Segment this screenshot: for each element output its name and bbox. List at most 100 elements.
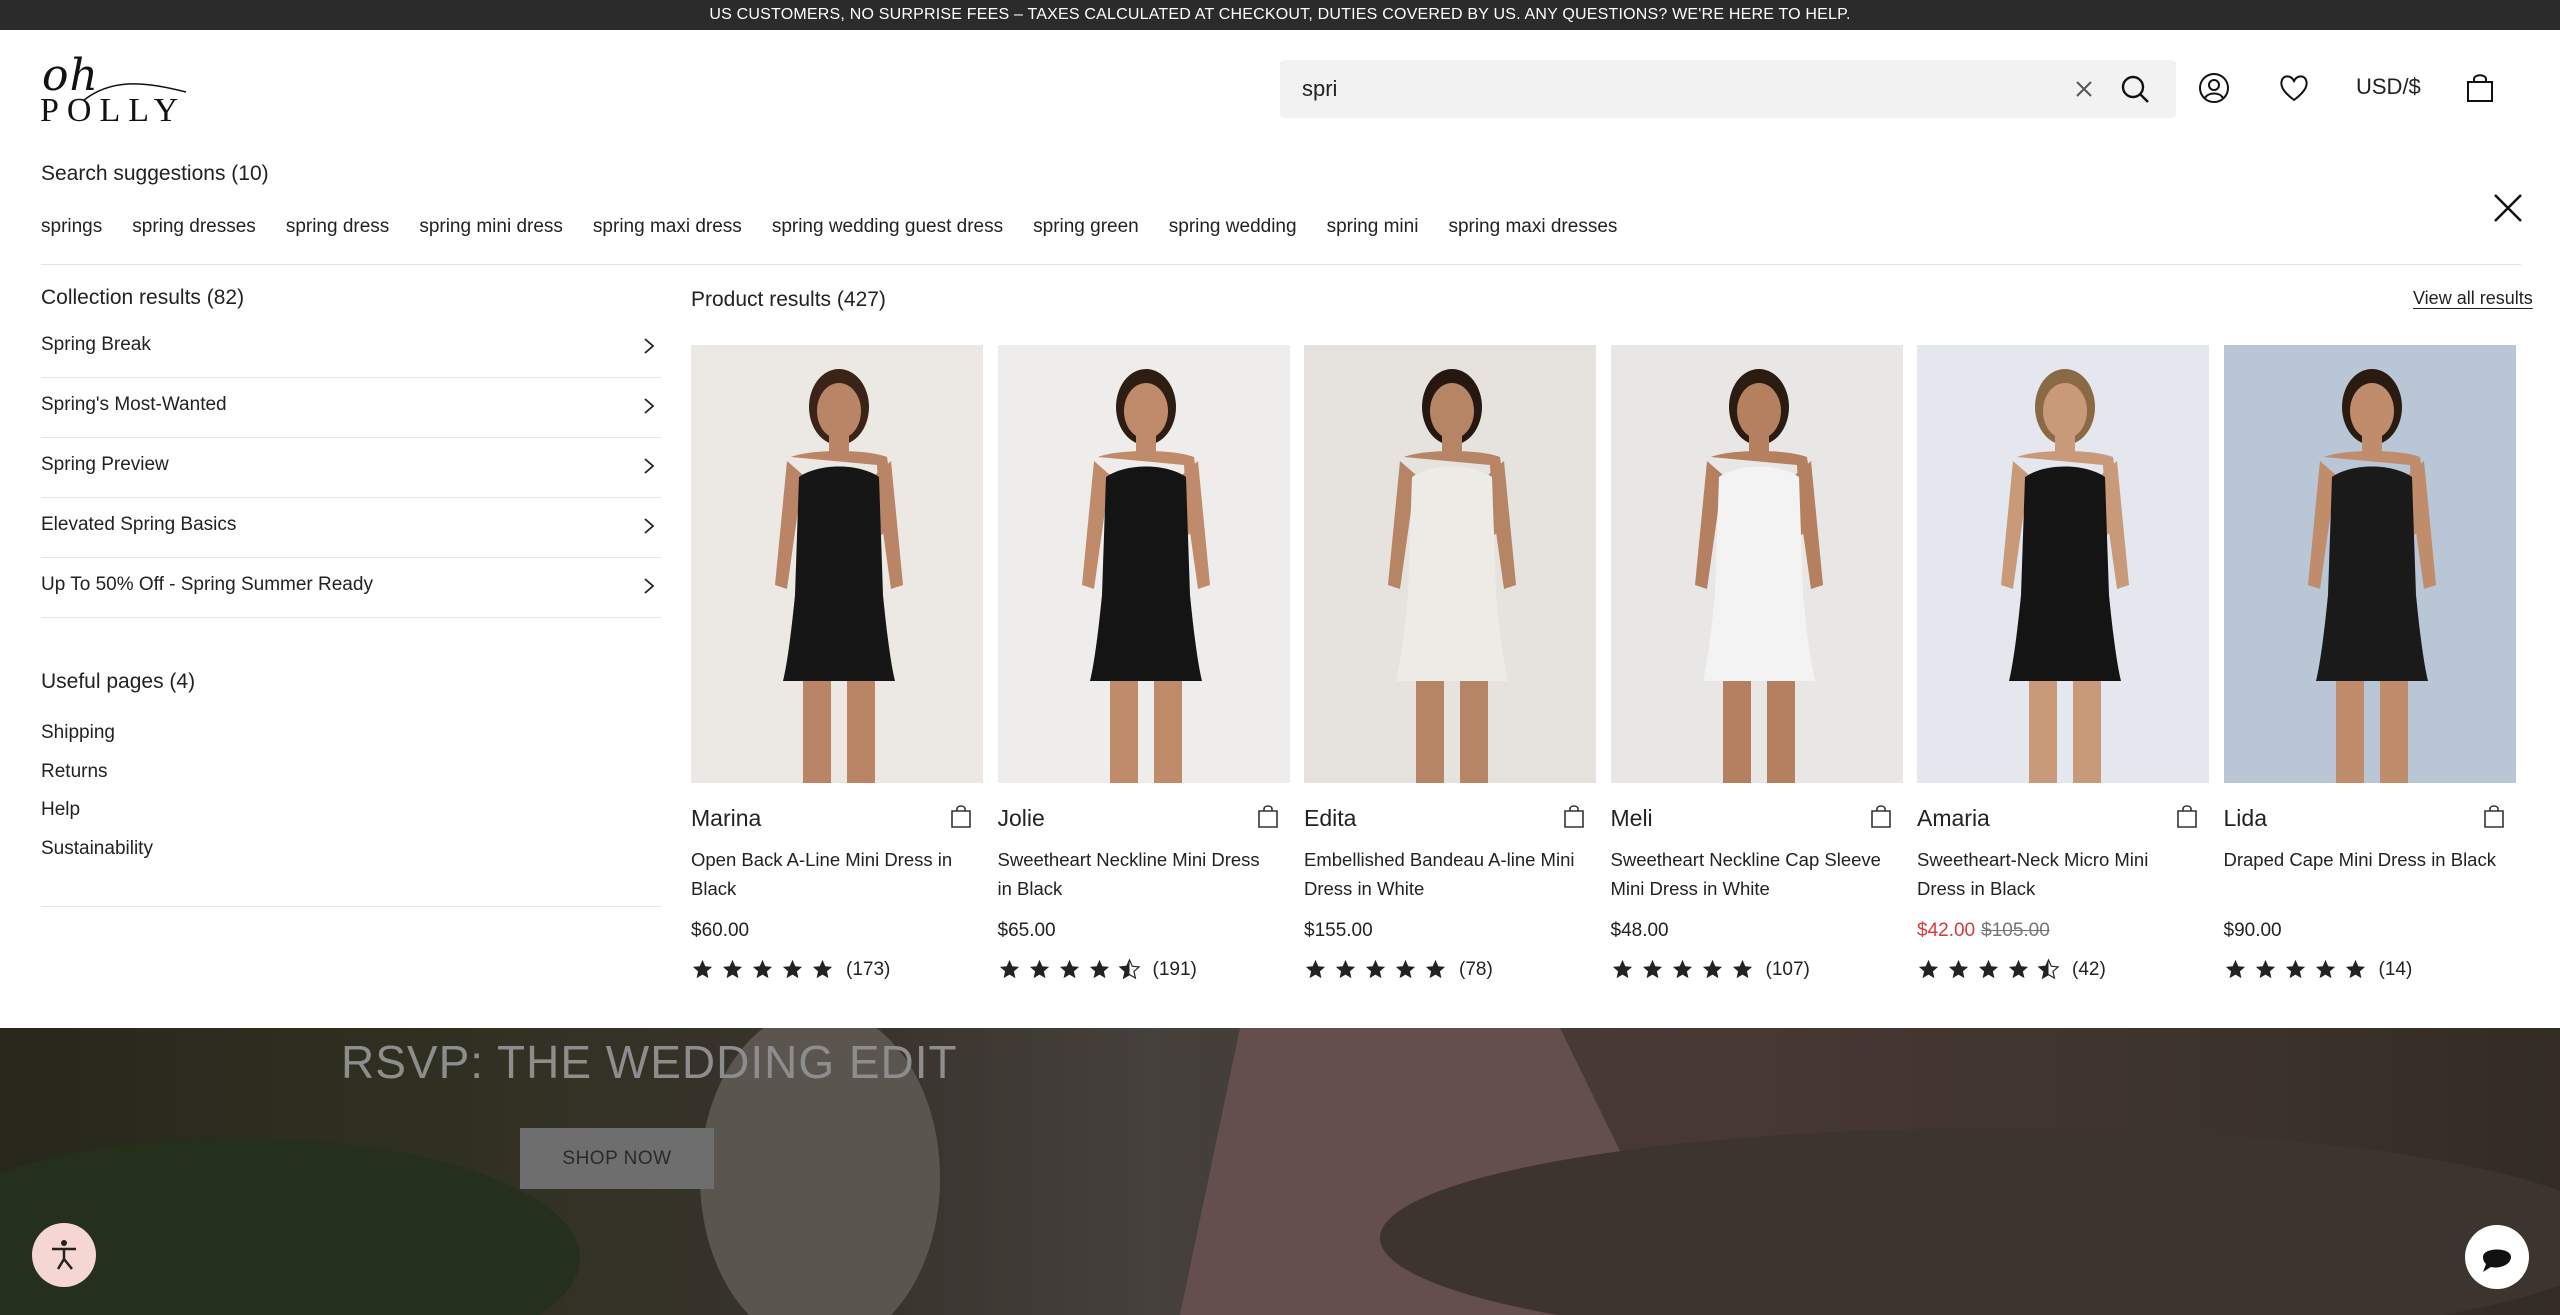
product-card[interactable]: Edita Embellished Bandeau A-line Mini Dre… — [1304, 345, 1596, 1005]
suggestion-item[interactable]: spring mini dress — [419, 216, 563, 238]
review-count: (42) — [2072, 958, 2106, 980]
add-to-bag-icon[interactable] — [1562, 803, 1586, 829]
star-icon — [1305, 959, 1326, 979]
product-card[interactable]: Marina Open Back A-Line Mini Dress in Bla… — [691, 345, 983, 1005]
product-image[interactable] — [1304, 345, 1596, 783]
product-description[interactable]: Embellished Bandeau A-line Mini Dress in… — [1304, 845, 1584, 903]
clear-search-icon[interactable] — [2070, 75, 2098, 103]
product-image[interactable] — [2223, 345, 2516, 783]
product-name[interactable]: Edita — [1304, 805, 1356, 832]
star-icon — [2315, 959, 2335, 979]
rating-stars — [691, 958, 834, 981]
star-icon — [1395, 959, 1416, 979]
product-image[interactable] — [997, 345, 1290, 783]
add-to-bag-icon[interactable] — [2482, 803, 2506, 829]
add-to-bag-icon[interactable] — [949, 803, 973, 829]
product-name[interactable]: Meli — [1611, 805, 1653, 832]
suggestion-item[interactable]: spring wedding guest dress — [772, 216, 1003, 238]
currency-selector[interactable]: USD/$ — [2356, 74, 2421, 100]
price-value: $60.00 — [691, 920, 750, 941]
product-description[interactable]: Sweetheart Neckline Cap Sleeve Mini Dres… — [1611, 845, 1891, 903]
product-card[interactable]: Meli Sweetheart Neckline Cap Sleeve Mini … — [1610, 345, 1903, 1005]
wishlist-heart-icon[interactable] — [2276, 70, 2312, 106]
product-description[interactable]: Sweetheart Neckline Mini Dress in Black — [998, 845, 1278, 903]
suggestion-item[interactable]: spring green — [1033, 216, 1139, 238]
close-icon[interactable] — [2490, 190, 2526, 226]
suggestion-item[interactable]: spring dress — [286, 216, 390, 238]
suggestion-item[interactable]: spring mini — [1327, 216, 1419, 238]
product-card[interactable]: Jolie Sweetheart Neckline Mini Dress in B… — [997, 345, 1290, 1005]
price-value: $65.00 — [997, 920, 1056, 941]
original-price: $105.00 — [1981, 920, 2050, 941]
view-all-results-link[interactable]: View all results — [2413, 288, 2533, 309]
product-image[interactable] — [1917, 345, 2209, 783]
add-to-bag-icon[interactable] — [1256, 803, 1280, 829]
star-half-icon — [2037, 958, 2060, 980]
product-name[interactable]: Lida — [2224, 805, 2267, 832]
product-name[interactable]: Marina — [691, 805, 761, 832]
product-rating: (191) — [998, 958, 1197, 981]
product-card[interactable]: Lida Draped Cape Mini Dress in Black $90.0… — [2223, 345, 2516, 1005]
star-icon — [1029, 959, 1049, 979]
review-count: (78) — [1459, 958, 1493, 980]
collection-item[interactable]: Elevated Spring Basics — [41, 498, 661, 558]
product-price: $155.00 — [1304, 920, 1373, 942]
product-rating: (78) — [1304, 958, 1493, 981]
accessibility-button[interactable] — [32, 1223, 96, 1287]
collections-list: Spring Break Spring's Most-Wanted Spring… — [41, 318, 661, 618]
product-description[interactable]: Open Back A-Line Mini Dress in Black — [691, 845, 971, 903]
suggestion-item[interactable]: spring maxi dresses — [1448, 216, 1617, 238]
useful-page-link[interactable]: Sustainability — [41, 838, 153, 877]
product-name[interactable]: Jolie — [998, 805, 1045, 832]
useful-page-link[interactable]: Returns — [41, 761, 153, 800]
add-to-bag-icon[interactable] — [1869, 803, 1893, 829]
suggestion-item[interactable]: spring dresses — [132, 216, 256, 238]
add-to-bag-icon[interactable] — [2175, 803, 2199, 829]
brand-logo[interactable]: oh POLLY — [40, 50, 190, 130]
suggestion-item[interactable]: springs — [41, 216, 102, 238]
collection-label: Spring Preview — [41, 454, 169, 475]
product-photo — [997, 345, 1290, 783]
product-photo — [1304, 345, 1596, 783]
product-price: $90.00 — [2224, 920, 2282, 942]
collections-title: Collection results (82) — [41, 286, 245, 309]
star-icon — [1672, 959, 1692, 979]
review-count: (14) — [2378, 958, 2413, 980]
useful-page-link[interactable]: Shipping — [41, 722, 153, 761]
accessibility-icon — [52, 1240, 76, 1270]
star-icon — [692, 959, 713, 979]
search-icon[interactable] — [2118, 72, 2152, 106]
product-image[interactable] — [1610, 345, 1903, 783]
product-name[interactable]: Amaria — [1917, 805, 1990, 832]
product-photo — [2223, 345, 2516, 783]
chat-button[interactable] — [2465, 1225, 2529, 1289]
product-card[interactable]: Amaria Sweetheart-Neck Micro Mini Dress i… — [1917, 345, 2209, 1005]
suggestion-item[interactable]: spring maxi dress — [593, 216, 742, 238]
shopping-bag-icon[interactable] — [2462, 70, 2498, 106]
collection-item[interactable]: Up To 50% Off - Spring Summer Ready — [41, 558, 661, 618]
star-icon — [2225, 959, 2245, 979]
shop-now-button[interactable]: SHOP NOW — [520, 1128, 714, 1189]
product-description[interactable]: Sweetheart-Neck Micro Mini Dress in Blac… — [1917, 845, 2197, 903]
product-price: $48.00 — [1611, 920, 1669, 942]
suggestions-list: springs spring dresses spring dress spri… — [41, 216, 1617, 238]
product-image[interactable] — [691, 345, 983, 783]
account-icon[interactable] — [2196, 70, 2232, 106]
collection-item[interactable]: Spring Preview — [41, 438, 661, 498]
product-description[interactable]: Draped Cape Mini Dress in Black — [2224, 845, 2504, 874]
product-rating: (14) — [2224, 958, 2413, 981]
rating-stars — [998, 958, 1141, 981]
hero-headline: RSVP: THE WEDDING EDIT — [341, 1036, 958, 1088]
divider — [41, 264, 2521, 265]
search-input[interactable] — [1302, 60, 2002, 118]
useful-page-link[interactable]: Help — [41, 799, 153, 838]
rating-stars — [1611, 958, 1754, 981]
star-icon — [2285, 959, 2305, 979]
collection-item[interactable]: Spring Break — [41, 318, 661, 378]
collection-item[interactable]: Spring's Most-Wanted — [41, 378, 661, 438]
suggestion-item[interactable]: spring wedding — [1169, 216, 1297, 238]
star-icon — [1335, 959, 1356, 979]
review-count: (173) — [846, 958, 891, 980]
announcement-bar[interactable]: US CUSTOMERS, NO SURPRISE FEES – TAXES C… — [0, 0, 2560, 30]
product-photo — [1610, 345, 1903, 783]
